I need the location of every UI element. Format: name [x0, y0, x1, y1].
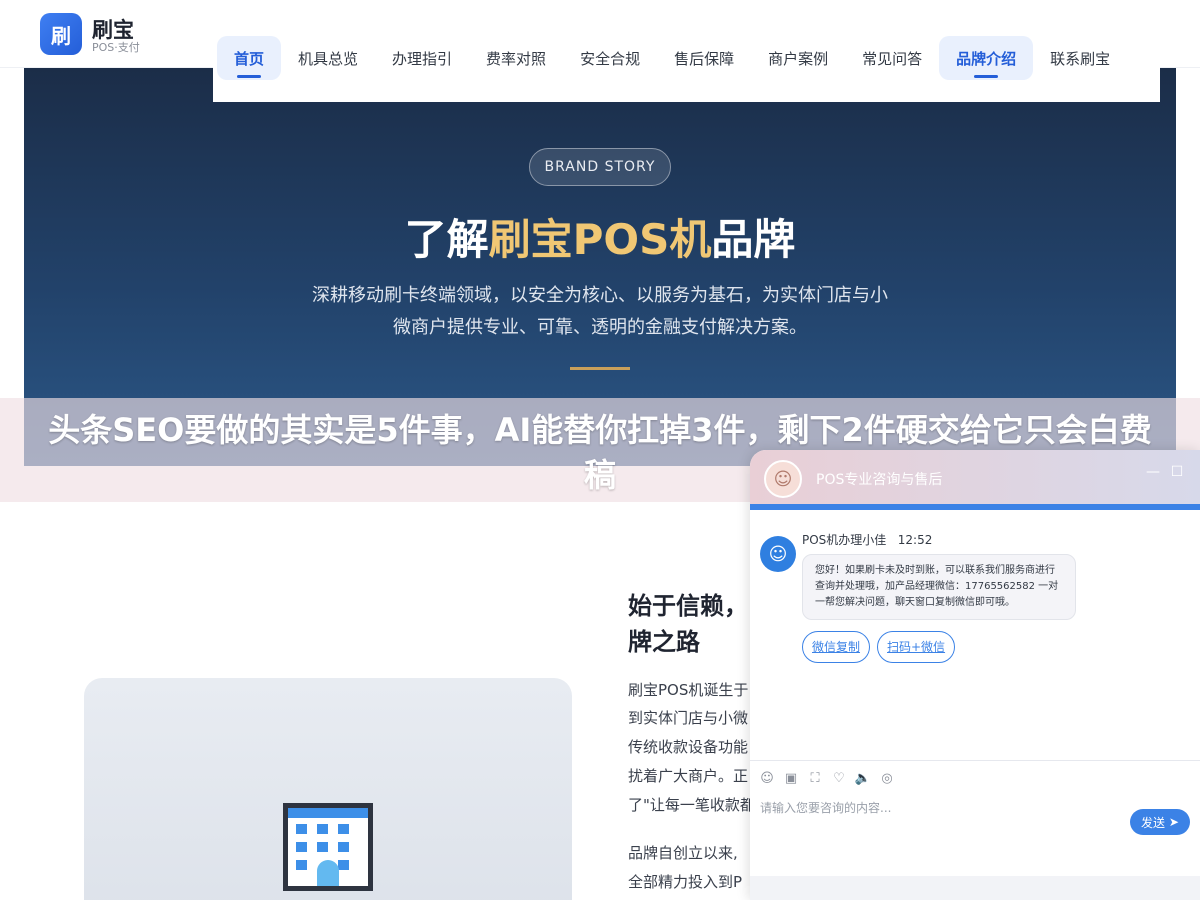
message-time: 12:52 — [897, 533, 933, 547]
hero-title-highlight: 刷宝POS机 — [488, 215, 712, 264]
logo-glyph: 刷 — [51, 23, 71, 48]
send-label: 发送 — [1141, 815, 1166, 830]
hero-divider — [570, 367, 630, 370]
section-title-line-2: 牌之路 — [628, 628, 700, 656]
building-window — [296, 824, 307, 834]
brand-logo[interactable]: 刷 — [40, 13, 82, 55]
scan-wechat-button[interactable]: 扫码+微信 — [877, 631, 956, 663]
chat-divider — [750, 760, 1200, 761]
building-window — [296, 860, 307, 870]
story-paragraph-line: 传统收款设备功能 — [628, 738, 749, 756]
copy-wechat-button[interactable]: 微信复制 — [802, 631, 871, 663]
agent-name: POS机办理小佳 — [802, 533, 887, 547]
nav-devices[interactable]: 机具总览 — [281, 36, 375, 80]
story-paragraph-line: 刷宝POS机诞生于 — [628, 681, 749, 699]
nav-contact[interactable]: 联系刷宝 — [1033, 36, 1127, 80]
send-icon: ➤ — [1168, 815, 1179, 829]
message-bubble: 您好！如果刷卡未及时到账，可以联系我们服务商进行查询并处理哦，加产品经理微信：1… — [802, 554, 1076, 620]
hero-title-suffix: 品牌 — [711, 215, 796, 264]
building-window — [338, 824, 349, 834]
nav-faq[interactable]: 常见问答 — [845, 36, 939, 80]
chat-input[interactable] — [760, 798, 1120, 818]
nav-brand[interactable]: 品牌介绍 — [939, 36, 1034, 80]
story-paragraph-line: 扰着广大商户。正 — [628, 767, 749, 785]
nav-guide[interactable]: 办理指引 — [375, 36, 469, 80]
bot-avatar: ☺ — [760, 536, 796, 572]
section-title-line-1: 始于信赖， — [628, 592, 748, 620]
story-paragraph-line: 品牌自创立以来, — [628, 844, 738, 862]
image-icon[interactable]: ▣ — [782, 770, 800, 788]
building-icon — [283, 803, 373, 891]
send-button[interactable]: 发送 ➤ — [1130, 809, 1190, 835]
agent-avatar: ☺ — [764, 460, 802, 498]
maximize-icon[interactable]: ☐ — [1168, 463, 1186, 481]
story-paragraph-line: 了"让每一笔收款都 — [628, 796, 755, 814]
message-meta: POS机办理小佳 12:52 — [802, 531, 932, 548]
building-door — [317, 860, 339, 886]
chat-header-strip — [750, 504, 1200, 510]
chat-header: ☺ POS专业咨询与售后 — ☐ — [750, 450, 1200, 504]
hero-title: 了解刷宝POS机品牌 — [300, 206, 900, 267]
building-roof — [288, 808, 368, 818]
nav-rates[interactable]: 费率对照 — [469, 36, 563, 80]
rate-icon[interactable]: ♡ — [830, 770, 848, 788]
building-window — [317, 842, 328, 852]
building-window — [317, 824, 328, 834]
nav-home[interactable]: 首页 — [217, 36, 282, 80]
story-paragraph-line: 全部精力投入到P — [628, 873, 743, 891]
section-title: 始于信赖， 牌之路 — [628, 588, 748, 660]
hero-desc-line-1: 深耕移动刷卡终端领域，以安全为核心、以服务为基石，为实体门店与小 — [312, 285, 888, 306]
nav-security[interactable]: 安全合规 — [563, 36, 657, 80]
sound-icon[interactable]: 🔈 — [854, 770, 872, 788]
brand-story-badge: BRAND STORY — [529, 148, 671, 186]
building-window — [296, 842, 307, 852]
nav-after-sales[interactable]: 售后保障 — [657, 36, 751, 80]
main-nav: 首页 机具总览 办理指引 费率对照 安全合规 售后保障 商户案例 常见问答 品牌… — [213, 0, 1160, 102]
chat-title: POS专业咨询与售后 — [816, 472, 943, 488]
nav-cases[interactable]: 商户案例 — [751, 36, 845, 80]
wechat-icon[interactable]: ◎ — [878, 770, 896, 788]
chat-footer — [750, 876, 1200, 900]
hero-description: 深耕移动刷卡终端领域，以安全为核心、以服务为基石，为实体门店与小 微商户提供专业… — [290, 280, 910, 344]
chat-widget: ☺ POS专业咨询与售后 — ☐ ☺ POS机办理小佳 12:52 您好！如果刷… — [750, 450, 1200, 900]
screenshot-icon[interactable]: ⛶ — [806, 770, 824, 788]
story-paragraph-line: 到实体门店与小微 — [628, 709, 749, 727]
hero-desc-line-2: 微商户提供专业、可靠、透明的金融支付解决方案。 — [393, 317, 807, 338]
building-window — [338, 842, 349, 852]
hero-title-prefix: 了解 — [404, 215, 489, 264]
building-window — [338, 860, 349, 870]
emoji-icon[interactable]: ☺ — [758, 770, 776, 788]
minimize-icon[interactable]: — — [1144, 463, 1162, 481]
brand-subtitle: POS·支付 — [92, 41, 140, 54]
